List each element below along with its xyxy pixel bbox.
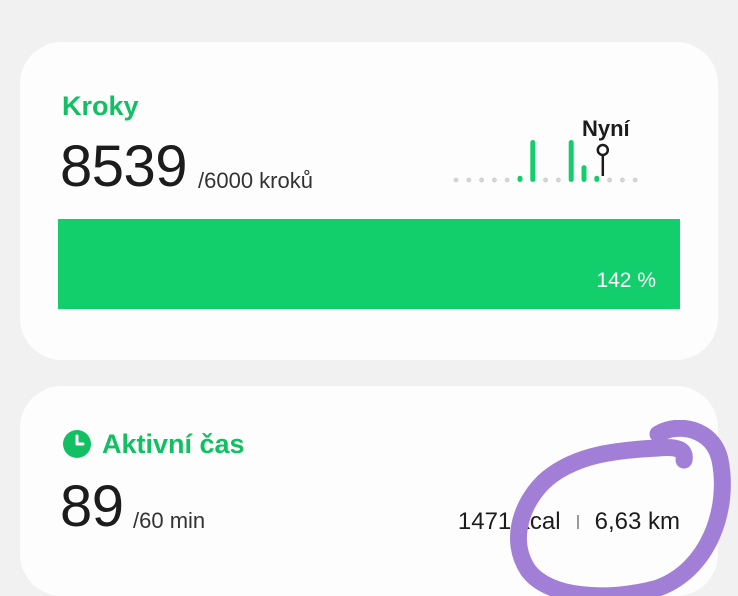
hourly-bar bbox=[568, 140, 574, 182]
steps-progress-fill bbox=[58, 219, 680, 309]
hourly-empty-dot bbox=[555, 177, 561, 183]
hourly-bar bbox=[530, 140, 536, 182]
active-time-value: 89 bbox=[60, 474, 124, 539]
hourly-empty-dot bbox=[453, 177, 459, 183]
active-time-title: Aktivní čas bbox=[102, 429, 245, 459]
hourly-empty-dot bbox=[619, 177, 625, 183]
hourly-empty-dot bbox=[543, 177, 549, 183]
steps-card[interactable]: Kroky 8539 /6000 kroků Nyní 142 % bbox=[20, 42, 718, 360]
now-marker-knob bbox=[596, 143, 610, 157]
hourly-empty-dot bbox=[504, 177, 510, 183]
separator bbox=[576, 515, 579, 529]
distance-value: 6,63 km bbox=[594, 508, 680, 535]
hourly-empty-dot bbox=[491, 177, 497, 183]
calories-value: 1471 kcal bbox=[457, 508, 561, 535]
calories-distance-row: 1471 kcal 6,63 km bbox=[458, 508, 680, 536]
hourly-empty-dot bbox=[479, 177, 485, 183]
hourly-bar bbox=[581, 165, 587, 182]
steps-goal: /6000 kroků bbox=[198, 168, 313, 193]
steps-value: 8539 bbox=[60, 134, 188, 199]
hourly-steps-chart bbox=[453, 140, 638, 183]
hourly-bar bbox=[517, 175, 523, 182]
clock-icon bbox=[63, 430, 91, 458]
steps-progress-bar: 142 % bbox=[58, 219, 680, 309]
hourly-empty-dot bbox=[466, 177, 472, 183]
steps-title: Kroky bbox=[62, 91, 139, 121]
hourly-bar bbox=[594, 175, 600, 182]
screen: Kroky 8539 /6000 kroků Nyní 142 % Aktivn… bbox=[0, 0, 738, 596]
hourly-empty-dot bbox=[607, 177, 613, 183]
hourly-empty-dot bbox=[632, 177, 638, 183]
active-time-card[interactable]: Aktivní čas 89 /60 min 1471 kcal 6,63 km bbox=[20, 386, 718, 596]
active-time-goal: /60 min bbox=[133, 508, 206, 533]
steps-progress-label: 142 % bbox=[596, 269, 656, 292]
